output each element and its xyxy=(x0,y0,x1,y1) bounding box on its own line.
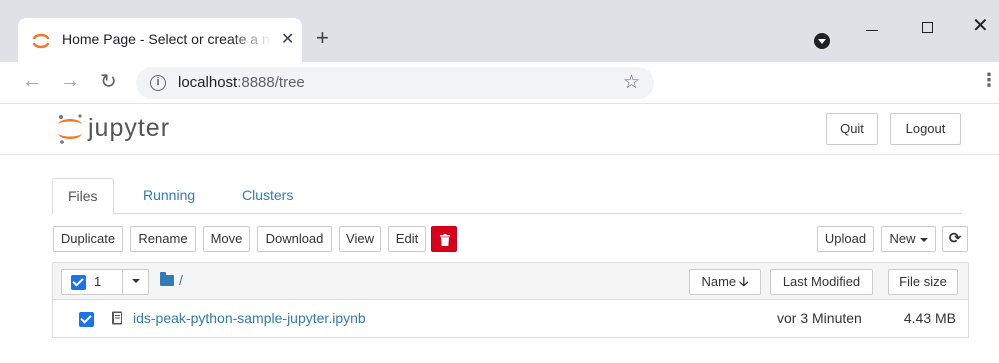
upload-button[interactable]: Upload xyxy=(817,226,874,252)
tab-files[interactable]: Files xyxy=(52,178,114,215)
edit-button[interactable]: Edit xyxy=(388,226,426,252)
jupyter-logo-icon[interactable] xyxy=(56,113,84,145)
caret-down-icon xyxy=(919,237,928,242)
sort-by-file-size-button[interactable]: File size xyxy=(888,269,958,295)
reload-icon[interactable]: ↻ xyxy=(100,69,117,94)
tab-clusters[interactable]: Clusters xyxy=(227,178,308,214)
selected-count: 1 xyxy=(94,274,102,289)
back-arrow-icon[interactable]: ← xyxy=(22,70,42,93)
select-all-checkbox-area[interactable]: 1 xyxy=(61,269,123,295)
file-size: 4.43 MB xyxy=(903,310,956,326)
new-tab-button[interactable]: + xyxy=(316,26,329,50)
move-button[interactable]: Move xyxy=(203,226,250,252)
download-button[interactable]: Download xyxy=(257,226,332,252)
file-name-link[interactable]: ids-peak-python-sample-jupyter.ipynb xyxy=(133,310,366,326)
new-label: New xyxy=(889,231,916,246)
select-all-group: 1 xyxy=(61,269,149,295)
url-path: :8888/tree xyxy=(237,74,305,91)
tab-running[interactable]: Running xyxy=(128,178,210,214)
quit-button[interactable]: Quit xyxy=(826,113,878,145)
window-close-icon[interactable]: ✕ xyxy=(972,14,989,38)
bookmark-star-icon[interactable]: ☆ xyxy=(623,71,640,94)
trash-icon xyxy=(440,234,450,246)
duplicate-button[interactable]: Duplicate xyxy=(53,226,123,252)
view-button[interactable]: View xyxy=(339,226,381,252)
jupyter-favicon-icon xyxy=(32,33,50,49)
sort-by-last-modified-button[interactable]: Last Modified xyxy=(770,269,873,295)
tab-close-icon[interactable]: ✕ xyxy=(281,30,294,50)
notebook-icon xyxy=(112,311,122,325)
delete-button[interactable] xyxy=(431,226,457,252)
browser-titlebar: Home Page - Select or create a notebook … xyxy=(0,0,999,62)
refresh-button[interactable]: ⟳ xyxy=(942,226,968,252)
tab-title: Home Page - Select or create a notebook xyxy=(62,31,272,47)
sort-by-name-button[interactable]: Name 🡣 xyxy=(689,269,761,295)
file-modified: vor 3 Minuten xyxy=(777,310,862,326)
window-minimize-icon[interactable] xyxy=(866,30,878,31)
url-host: localhost xyxy=(178,74,238,91)
table-row[interactable]: ids-peak-python-sample-jupyter.ipynb vor… xyxy=(52,300,969,338)
url-text[interactable]: localhost:8888/tree xyxy=(178,74,305,91)
address-bar[interactable]: i localhost:8888/tree ☆ xyxy=(136,67,654,99)
row-checkbox[interactable] xyxy=(79,312,94,327)
selection-dropdown-button[interactable] xyxy=(122,269,149,295)
jupyter-header: jupyter Quit Logout xyxy=(0,105,999,155)
window-maximize-icon[interactable] xyxy=(922,22,933,33)
browser-menu-icon[interactable]: ⋮ xyxy=(980,70,998,91)
browser-tab[interactable]: Home Page - Select or create a notebook … xyxy=(18,18,302,62)
dashboard-tabs: Files Running Clusters xyxy=(52,178,962,215)
refresh-icon: ⟳ xyxy=(948,230,962,247)
jupyter-logo-text[interactable]: jupyter xyxy=(88,114,170,143)
new-dropdown-button[interactable]: New xyxy=(881,226,936,252)
browser-toolbar: ← → ↻ i localhost:8888/tree ☆ ⋮ xyxy=(0,62,999,104)
select-all-checkbox[interactable] xyxy=(71,275,86,290)
profile-menu-icon[interactable] xyxy=(814,33,830,49)
breadcrumb-path[interactable]: / xyxy=(179,272,183,288)
caret-down-icon xyxy=(131,278,140,283)
name-column-label: Name xyxy=(701,274,737,289)
site-info-icon[interactable]: i xyxy=(150,75,166,91)
logout-button[interactable]: Logout xyxy=(890,113,961,145)
file-list-header: 1 / Name 🡣 Last Modified File size xyxy=(52,262,969,300)
forward-arrow-icon[interactable]: → xyxy=(60,70,80,93)
rename-button[interactable]: Rename xyxy=(130,226,196,252)
sort-arrow-down-icon: 🡣 xyxy=(739,274,749,289)
folder-icon[interactable] xyxy=(160,272,174,286)
